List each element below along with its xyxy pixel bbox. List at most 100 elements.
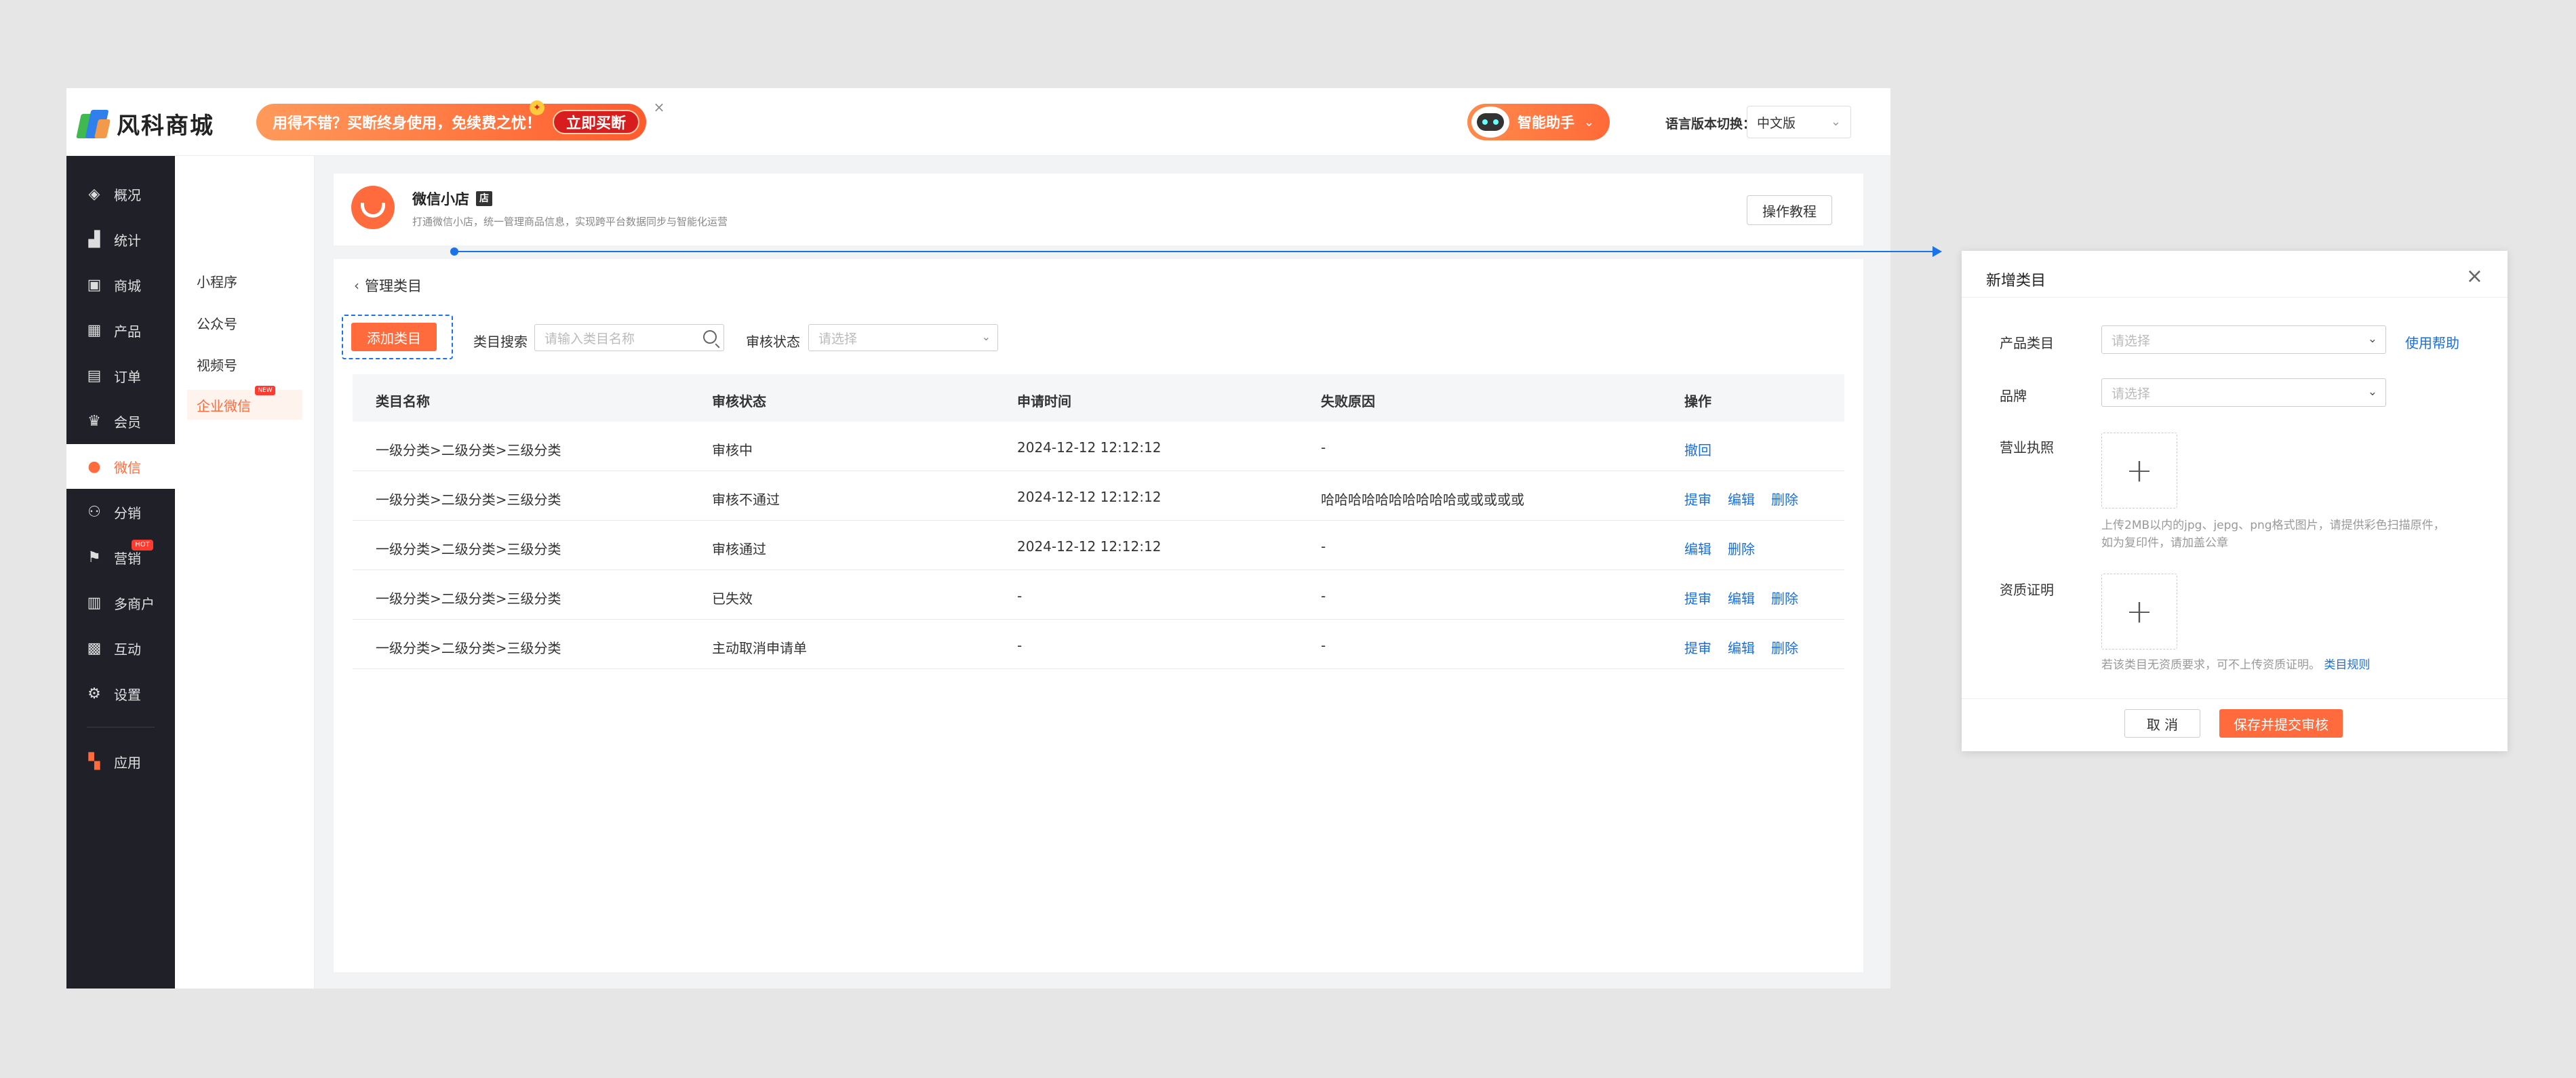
logo-text: 风科商城 [117,112,214,140]
sidebar-item-label: 产品 [114,323,141,340]
add-category-modal: 新增类目 × 产品类目 请选择 ⌄ 使用帮助 品牌 请选择 ⌄ 营业执照 + 上… [1962,251,2508,751]
plus-icon: + [2125,452,2154,490]
shop-tag-icon: 店 [476,191,492,206]
add-button-highlight: 添加类目 [342,315,453,359]
resubmit-link[interactable]: 提审 [1684,489,1711,508]
category-name: 一级分类>二级分类>三级分类 [376,541,561,557]
qualification-hint: 若该类目无资质要求，可不上传资质证明。 类目规则 [2101,656,2370,674]
sparkle-icon: ✦ [530,100,544,115]
subnav-item-wecom[interactable]: 企业微信 NEW [187,386,302,420]
sidebar-item-overview[interactable]: ◈ 概况 [66,172,175,216]
table-header: 类目名称 审核状态 申请时间 失败原因 操作 [353,374,1844,422]
delete-link[interactable]: 删除 [1728,538,1755,558]
add-category-button[interactable]: 添加类目 [351,323,437,351]
sidebar-item-label: 设置 [114,686,141,703]
subnav-item-mini-program[interactable]: 小程序 [187,266,302,296]
sidebar-item-stats[interactable]: ▟ 统计 [66,217,175,262]
review-status: 已失效 [712,591,753,607]
chevron-down-icon: ⌄ [2367,385,2377,399]
subnav-item-channels[interactable]: 视频号 [187,349,302,379]
delete-link[interactable]: 删除 [1771,588,1798,607]
close-icon[interactable]: × [651,99,667,115]
edit-link[interactable]: 编辑 [1728,637,1755,657]
column-header: 操作 [1684,393,1711,410]
sidebar-item-distribution[interactable]: ⚇ 分销 [66,490,175,534]
sidebar-item-orders[interactable]: ▤ 订单 [66,353,175,398]
category-search-input[interactable]: 请输入类目名称 [534,324,724,351]
wechat-subnav: 小程序 公众号 视频号 企业微信 NEW [175,156,315,989]
product-category-label: 产品类目 [2000,335,2054,351]
column-header: 类目名称 [376,393,430,410]
buyout-button[interactable]: 立即买断 [553,110,639,134]
qualification-label: 资质证明 [2000,582,2054,598]
tutorial-button[interactable]: 操作教程 [1747,195,1832,225]
edit-link[interactable]: 编辑 [1684,538,1711,558]
resubmit-link[interactable]: 提审 [1684,588,1711,607]
sidebar-item-mall[interactable]: ▣ 商城 [66,262,175,307]
manage-category-card: ‹ 管理类目 添加类目 类目搜索 请输入类目名称 审核状态 请选择 ⌄ 类目名称… [334,259,1863,972]
distribution-icon: ⚇ [87,503,101,521]
back-title[interactable]: ‹ 管理类目 [354,275,422,296]
search-placeholder: 请输入类目名称 [544,331,635,346]
promo-banner[interactable]: 用得不错？买断终身使用，免续费之忧！ 立即买断 [256,104,646,140]
cancel-button[interactable]: 取 消 [2124,709,2200,738]
sidebar-item-label: 订单 [114,368,141,385]
sidebar-item-label: 多商户 [114,595,155,612]
edit-link[interactable]: 编辑 [1728,489,1755,508]
sidebar-item-marketing[interactable]: ⚑ 营销 [66,535,175,580]
category-name: 一级分类>二级分类>三级分类 [376,492,561,508]
plus-icon: + [2125,593,2154,631]
category-name: 一级分类>二级分类>三级分类 [376,442,561,458]
category-name: 一级分类>二级分类>三级分类 [376,591,561,607]
category-table: 类目名称 审核状态 申请时间 失败原因 操作 一级分类>二级分类>三级分类 审核… [353,374,1844,669]
license-hint-line: 如为复印件，请加盖公章 [2101,536,2228,550]
category-rules-link[interactable]: 类目规则 [2324,658,2370,672]
table-row: 一级分类>二级分类>三级分类 审核不通过 2024-12-12 12:12:12… [353,471,1844,521]
sidebar-item-label: 微信 [114,459,141,476]
license-hint: 上传2MB以内的jpg、jepg、png格式图片，请提供彩色扫描原件， 如为复印… [2101,517,2445,552]
gear-icon: ⚙ [87,685,101,702]
shop-name-text: 微信小店 [412,191,469,207]
promo-text: 用得不错？买断终身使用，免续费之忧！ [273,115,542,132]
modal-divider [1962,297,2508,298]
page-title: 管理类目 [365,278,422,294]
license-upload-button[interactable]: + [2101,433,2177,508]
save-submit-button[interactable]: 保存并提交审核 [2219,709,2343,738]
status-select[interactable]: 请选择 ⌄ [808,324,998,351]
sidebar-item-apps[interactable]: ▚ 应用 [66,739,175,784]
status-label: 审核状态 [746,334,800,350]
fail-reason: - [1321,538,1326,555]
new-badge: NEW [255,386,275,395]
qualification-upload-button[interactable]: + [2101,574,2177,650]
brand-select[interactable]: 请选择 ⌄ [2101,378,2386,407]
sidebar-item-products[interactable]: ▦ 产品 [66,308,175,353]
delete-link[interactable]: 删除 [1771,489,1798,508]
sidebar-item-label: 应用 [114,754,141,771]
product-category-select[interactable]: 请选择 ⌄ [2101,325,2386,354]
sidebar-item-label: 概况 [114,186,141,203]
sidebar-item-interaction[interactable]: ▩ 互动 [66,626,175,671]
flag-icon: ⚑ [87,548,101,566]
subnav-item-official-account[interactable]: 公众号 [187,308,302,338]
sidebar-item-settings[interactable]: ⚙ 设置 [66,671,175,716]
sidebar-item-members[interactable]: ♛ 会员 [66,399,175,443]
edit-link[interactable]: 编辑 [1728,588,1755,607]
apply-time: 2024-12-12 12:12:12 [1017,489,1162,505]
arrow-right-icon [1933,246,1942,257]
help-link[interactable]: 使用帮助 [2405,332,2459,352]
language-select[interactable]: 中文版 ⌄ [1747,106,1851,138]
close-icon[interactable]: × [2466,264,2483,288]
sidebar-item-multi-merchant[interactable]: ▥ 多商户 [66,580,175,625]
app-window: 风科商城 用得不错？买断终身使用，免续费之忧！ 立即买断 ✦ × 智能助手 ⌄ … [66,88,1890,989]
chevron-down-icon: ⌄ [1830,115,1841,129]
withdraw-link[interactable]: 撤回 [1684,439,1711,459]
sidebar-item-label: 统计 [114,232,141,249]
sidebar-item-wechat[interactable]: ● 微信 [66,444,175,489]
resubmit-link[interactable]: 提审 [1684,637,1711,657]
search-icon[interactable] [703,330,717,344]
delete-link[interactable]: 删除 [1771,637,1798,657]
logo[interactable]: 风科商城 [76,104,225,142]
chevron-down-icon: ⌄ [2367,332,2377,346]
qualification-hint-text: 若该类目无资质要求，可不上传资质证明。 [2101,658,2320,672]
ai-assistant-button[interactable]: 智能助手 ⌄ [1467,104,1610,140]
